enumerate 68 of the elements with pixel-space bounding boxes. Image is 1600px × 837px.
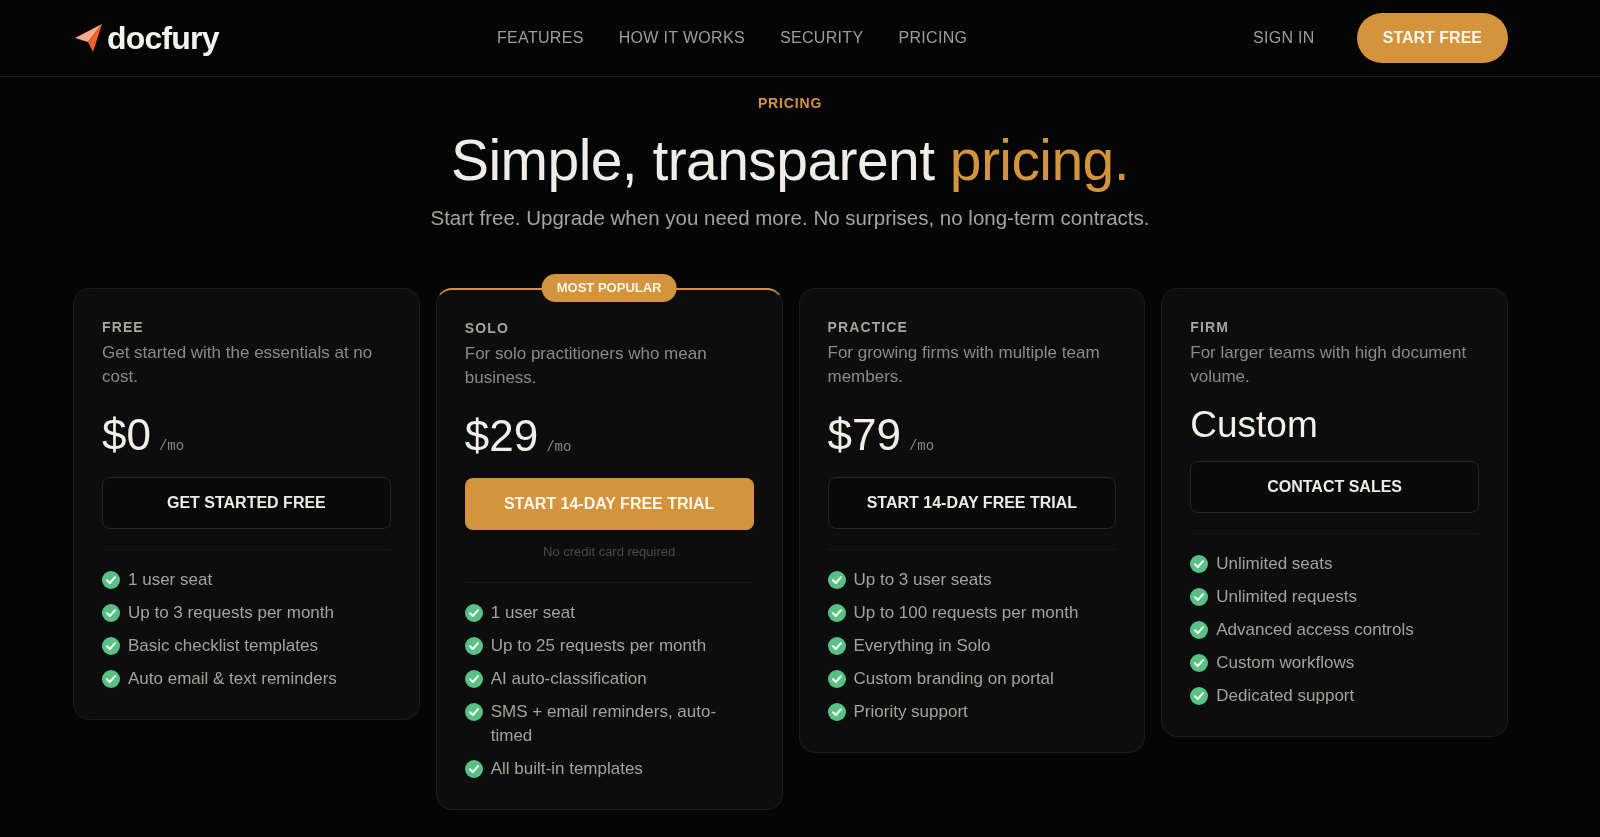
feature-text: Up to 100 requests per month	[853, 602, 1079, 624]
nav-link[interactable]: SECURITY	[779, 26, 864, 50]
price-period: /mo	[158, 437, 185, 456]
check-circle-icon	[827, 571, 846, 589]
price-period: /mo	[546, 438, 572, 457]
check-circle-icon	[102, 604, 120, 622]
check-circle-icon	[102, 571, 120, 589]
paper-plane-logo-icon	[75, 24, 102, 52]
plan-cta-button[interactable]: START 14-DAY FREE TRIAL	[827, 477, 1117, 529]
check-circle-icon	[464, 670, 483, 688]
check-circle-icon	[464, 604, 483, 622]
feature-text: Basic checklist templates	[128, 635, 318, 657]
check-circle-icon	[464, 703, 483, 721]
plan-cta-button[interactable]: GET STARTED FREE	[102, 477, 391, 529]
feature-text: Custom workflows	[1216, 652, 1355, 674]
feature-text: 1 user seat	[128, 569, 213, 591]
plan-description: For solo practitioners who mean business.	[464, 343, 708, 389]
check-circle-icon	[827, 604, 846, 622]
check-circle-icon	[1190, 621, 1209, 639]
feature-text: All built-in templates	[490, 758, 643, 780]
most-popular-badge: MOST POPULAR	[541, 274, 677, 302]
check-circle-icon	[464, 760, 483, 778]
feature-text: Unlimited seats	[1216, 553, 1333, 575]
feature-text: Unlimited requests	[1216, 586, 1358, 608]
plan-cta-button[interactable]: CONTACT SALES	[1190, 461, 1479, 513]
check-circle-icon	[827, 637, 846, 655]
nav-link[interactable]: PRICING	[898, 26, 968, 50]
page-title: Simple, transparent pricing.	[451, 128, 1129, 192]
feature-text: Up to 25 requests per month	[490, 635, 707, 657]
check-circle-icon	[464, 637, 483, 655]
plan-name: FREE	[102, 318, 145, 337]
plan-price: Custom	[1190, 405, 1318, 445]
check-circle-icon	[102, 670, 120, 688]
check-circle-icon	[827, 670, 846, 688]
check-circle-icon	[827, 703, 846, 721]
feature-text: Priority support	[853, 701, 968, 723]
plan-price: $0	[102, 409, 151, 461]
plan-price: $29	[464, 410, 539, 462]
feature-text: Advanced access controls	[1216, 619, 1414, 641]
feature-text: Dedicated support	[1216, 685, 1355, 707]
feature-text: 1 user seat	[490, 602, 575, 624]
page-subtitle: Start free. Upgrade when you need more. No surprises, no long-term contracts.	[430, 205, 1150, 231]
price-period: /mo	[908, 437, 935, 456]
plan-note: No credit card required	[542, 543, 677, 561]
feature-text: SMS + email reminders, auto-timed	[490, 701, 718, 747]
plan-price: $79	[827, 409, 901, 461]
plan-name: FIRM	[1190, 318, 1230, 337]
feature-text: Up to 3 requests per month	[128, 602, 334, 624]
check-circle-icon	[1190, 555, 1209, 573]
logo-wordmark[interactable]: docfury	[107, 22, 219, 54]
plan-description: For larger teams with high document volume.	[1190, 342, 1468, 388]
section-eyebrow: PRICING	[757, 94, 823, 113]
check-circle-icon	[102, 637, 120, 655]
check-circle-icon	[1190, 654, 1209, 672]
sign-in-link[interactable]: SIGN IN	[1252, 26, 1315, 50]
feature-text: Custom branding on portal	[853, 668, 1054, 690]
plan-description: Get started with the essentials at no cost.	[102, 342, 374, 388]
check-circle-icon	[1190, 588, 1209, 606]
check-circle-icon	[1190, 687, 1209, 705]
feature-text: Up to 3 user seats	[853, 569, 992, 591]
feature-text: Everything in Solo	[853, 635, 991, 657]
feature-text: Auto email & text reminders	[128, 668, 337, 690]
plan-description: For growing firms with multiple team members.	[827, 342, 1101, 388]
nav-link[interactable]: HOW IT WORKS	[618, 26, 745, 50]
nav-link[interactable]: FEATURES	[497, 26, 584, 50]
feature-text: AI auto-classification	[490, 668, 647, 690]
plan-name: PRACTICE	[827, 318, 910, 337]
plan-name: SOLO	[464, 319, 510, 338]
